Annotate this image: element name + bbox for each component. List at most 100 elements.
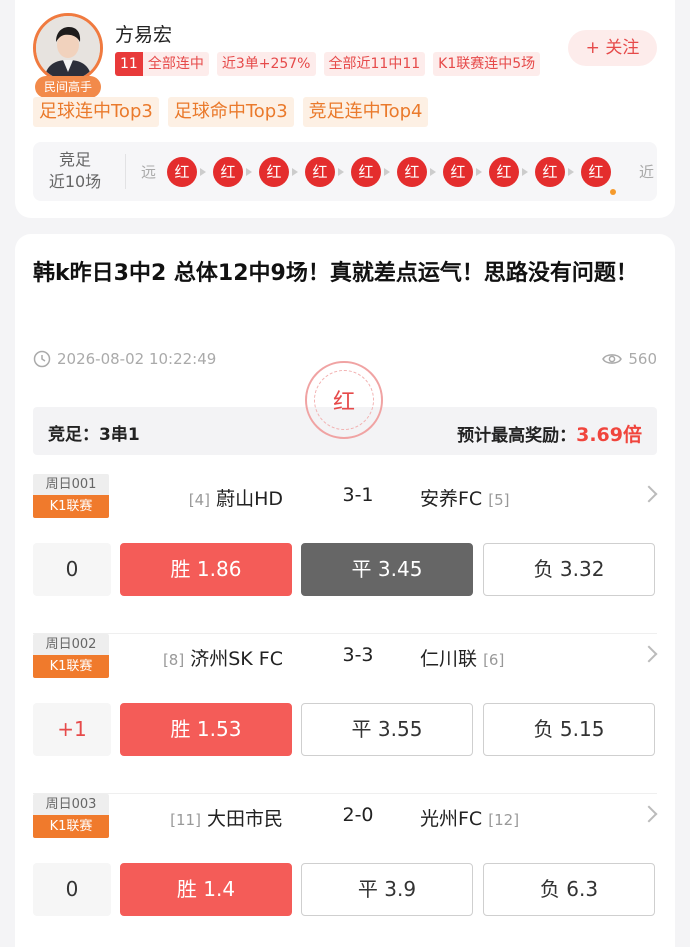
chevron-right-icon[interactable] xyxy=(640,645,658,663)
streak-count: 11 xyxy=(115,52,143,76)
match-number: 周日001 xyxy=(33,474,109,495)
option-lose[interactable]: 负 5.15 xyxy=(483,703,655,756)
expert-profile-card: 民间高手 方易宏 11 全部连中 近3单+257% 全部近11中11 K1联赛连… xyxy=(15,0,675,218)
hit-stamp: 红 xyxy=(305,361,383,439)
arrow-right-icon xyxy=(430,168,436,176)
far-label: 远 xyxy=(141,163,157,181)
result-dot: 红 xyxy=(259,157,289,187)
tag-league-streak: K1联赛连中5场 xyxy=(433,52,541,76)
away-team-name: 安养FC xyxy=(420,488,483,510)
view-count-text: 560 xyxy=(628,350,657,368)
option-draw[interactable]: 平 3.55 xyxy=(301,703,473,756)
handicap: 0 xyxy=(33,543,111,596)
handicap: 0 xyxy=(33,863,111,916)
option-win[interactable]: 胜 1.53 xyxy=(120,703,292,756)
tag-overall-record: 全部近11中11 xyxy=(323,52,426,76)
match-number: 周日002 xyxy=(33,634,109,655)
tag-recent-return: 近3单+257% xyxy=(216,52,316,76)
result-dot: 红 xyxy=(535,157,565,187)
option-lose[interactable]: 负 3.32 xyxy=(483,543,655,596)
honor-tag: 竞足连中Top4 xyxy=(302,97,429,127)
chevron-right-icon[interactable] xyxy=(640,805,658,823)
match-score: 3-1 xyxy=(342,484,374,506)
tag-streak: 11 全部连中 xyxy=(115,52,209,76)
result-dot: 红 xyxy=(581,157,611,187)
match-teams: [11] 大田市民 2-0 光州FC [12] xyxy=(113,804,603,830)
result-dot: 红 xyxy=(351,157,381,187)
recent-results: 竞足 近10场 远 红红红红红红红红红红 近 xyxy=(33,142,657,201)
league-tag: K1联赛 xyxy=(33,655,109,678)
recent-label-line1: 竞足 xyxy=(58,150,91,169)
post-time-text: 2026-08-02 10:22:49 xyxy=(57,350,217,368)
recent-results-label: 竞足 近10场 xyxy=(33,149,117,193)
match-number: 周日003 xyxy=(33,794,109,815)
result-dot: 红 xyxy=(397,157,427,187)
result-dot: 红 xyxy=(167,157,197,187)
league-tag: K1联赛 xyxy=(33,815,109,838)
option-draw[interactable]: 平 3.45 xyxy=(301,543,473,596)
home-rank: [11] xyxy=(170,811,201,829)
option-win[interactable]: 胜 1.4 xyxy=(120,863,292,916)
option-win[interactable]: 胜 1.86 xyxy=(120,543,292,596)
chevron-right-icon[interactable] xyxy=(640,485,658,503)
match-teams: [4] 蔚山HD 3-1 安养FC [5] xyxy=(113,484,603,510)
away-rank: [6] xyxy=(483,651,505,669)
arrow-right-icon xyxy=(338,168,344,176)
home-team-name: 蔚山HD xyxy=(216,488,283,510)
home-rank: [4] xyxy=(188,491,211,509)
follow-button[interactable]: + 关注 xyxy=(568,30,657,66)
match-row[interactable]: 周日001 K1联赛 [4] 蔚山HD 3-1 安养FC [5] 0 胜 1.86 平 3.4… xyxy=(33,474,658,634)
arrow-right-icon xyxy=(476,168,482,176)
post-time: 2026-08-02 10:22:49 xyxy=(33,350,216,368)
divider xyxy=(125,154,126,189)
away-team-name: 光州FC xyxy=(420,808,483,830)
honor-tag: 足球连中Top3 xyxy=(33,97,159,127)
max-bonus: 预计最高奖励：3.69倍 xyxy=(457,420,642,447)
avatar[interactable]: 民间高手 xyxy=(33,13,103,98)
home-team-name: 济州SK FC xyxy=(190,648,283,670)
arrow-right-icon xyxy=(200,168,206,176)
away-team: 光州FC [12] xyxy=(420,804,519,831)
league-tag: K1联赛 xyxy=(33,495,109,518)
view-count: 560 xyxy=(602,350,657,368)
username: 方易宏 xyxy=(115,24,173,46)
arrow-right-icon xyxy=(384,168,390,176)
match-row[interactable]: 周日003 K1联赛 [11] 大田市民 2-0 光州FC [12] 0 胜 1.4 平 3.… xyxy=(33,794,658,947)
match-score: 2-0 xyxy=(342,804,374,826)
arrow-right-icon xyxy=(522,168,528,176)
away-team: 仁川联 [6] xyxy=(420,644,504,671)
away-team: 安养FC [5] xyxy=(420,484,510,511)
result-dot: 红 xyxy=(489,157,519,187)
home-team: [11] 大田市民 xyxy=(170,804,283,831)
arrow-right-icon xyxy=(246,168,252,176)
arrow-right-icon xyxy=(568,168,574,176)
home-rank: [8] xyxy=(162,651,185,669)
match-teams: [8] 济州SK FC 3-3 仁川联 [6] xyxy=(113,644,603,670)
clock-icon xyxy=(33,350,51,368)
result-dot: 红 xyxy=(213,157,243,187)
option-lose[interactable]: 负 6.3 xyxy=(483,863,655,916)
max-bonus-value: 3.69倍 xyxy=(576,424,642,446)
arrow-right-icon xyxy=(292,168,298,176)
hit-stamp-text: 红 xyxy=(314,370,374,430)
eye-icon xyxy=(602,354,623,364)
option-draw[interactable]: 平 3.9 xyxy=(301,863,473,916)
result-dot: 红 xyxy=(305,157,335,187)
latest-indicator xyxy=(610,189,616,195)
honor-tag: 足球命中Top3 xyxy=(167,97,294,127)
match-row[interactable]: 周日002 K1联赛 [8] 济州SK FC 3-3 仁川联 [6] +1 胜 1.53 平 … xyxy=(33,634,658,794)
play-type: 竞足：3串1 xyxy=(48,425,140,445)
expert-badge: 民间高手 xyxy=(35,76,101,98)
avatar-portrait-icon xyxy=(36,16,100,80)
tag-label: 全部连中 xyxy=(147,56,204,72)
recent-label-line2: 近10场 xyxy=(48,172,102,191)
honor-tags: 足球连中Top3 足球命中Top3 竞足连中Top4 xyxy=(33,97,429,127)
near-label: 近 xyxy=(639,163,655,181)
handicap: +1 xyxy=(33,703,111,756)
match-score: 3-3 xyxy=(342,644,374,666)
result-dot: 红 xyxy=(443,157,473,187)
max-bonus-label: 预计最高奖励： xyxy=(457,426,577,446)
away-rank: [5] xyxy=(488,491,510,509)
post-card: 韩k昨日3中2 总体12中9场！真就差点运气！思路没有问题！ 2026-08-0… xyxy=(15,234,675,947)
stat-tags: 11 全部连中 近3单+257% 全部近11中11 K1联赛连中5场 xyxy=(115,52,541,76)
